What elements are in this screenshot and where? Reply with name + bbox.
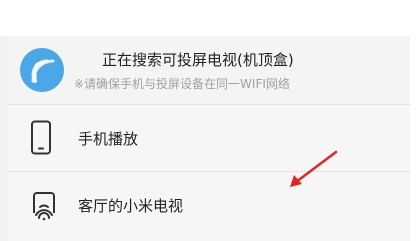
search-status-row: 正在搜索可投屏电视(机顶盒) ※请确保手机与投屏设备在同一WIFI网络 (8, 36, 410, 104)
wifi-hint: ※请确保手机与投屏设备在同一WIFI网络 (74, 77, 290, 91)
cast-signal-icon (20, 48, 64, 92)
device-label-phone: 手机播放 (78, 130, 139, 148)
searching-title: 正在搜索可投屏电视(机顶盒) (102, 51, 294, 69)
device-item-phone[interactable]: 手机播放 (8, 105, 410, 171)
cast-device-sheet: 正在搜索可投屏电视(机顶盒) ※请确保手机与投屏设备在同一WIFI网络 手机播放… (8, 36, 410, 241)
right-edge (410, 0, 416, 241)
device-label-living-room-tv: 客厅的小米电视 (78, 197, 184, 215)
phone-icon (31, 120, 51, 155)
screenshot-frame: 正在搜索可投屏电视(机顶盒) ※请确保手机与投屏设备在同一WIFI网络 手机播放… (0, 0, 416, 241)
annotation-arrow-icon (290, 150, 338, 187)
tv-cast-icon (33, 192, 55, 221)
device-item-living-room-tv[interactable]: 客厅的小米电视 (8, 172, 410, 238)
top-strip (0, 0, 416, 36)
